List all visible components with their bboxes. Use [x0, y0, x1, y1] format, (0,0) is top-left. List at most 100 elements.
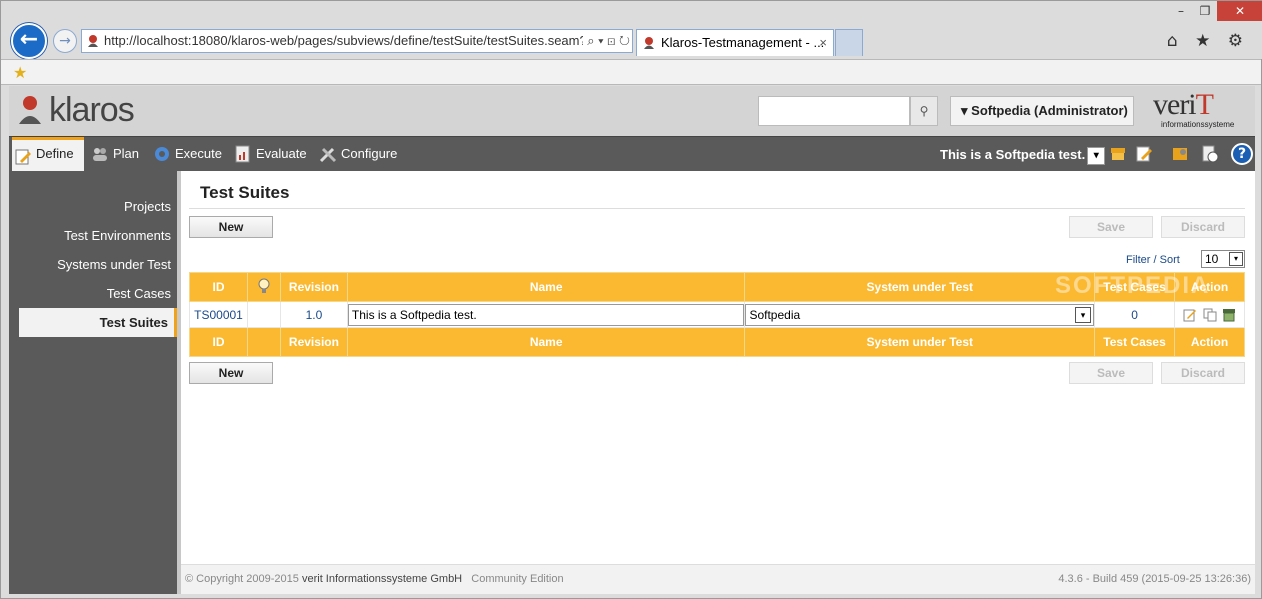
menu-evaluate-label: Evaluate	[256, 146, 307, 161]
column-footer-test-cases: Test Cases	[1094, 327, 1175, 357]
klaros-logo[interactable]: klaros	[17, 90, 135, 129]
favorites-bar: ★	[1, 59, 1261, 85]
browser-tab[interactable]: Klaros-Testmanagement - ... ×	[636, 29, 834, 56]
sidebar: Projects Test Environments Systems under…	[9, 171, 177, 594]
footer-company-link[interactable]: verit Informationssysteme GmbH	[302, 573, 462, 585]
klaros-favicon-icon	[88, 35, 98, 47]
footer-edition: Community Edition	[471, 573, 564, 585]
row-revision-link[interactable]: 1.0	[279, 301, 348, 328]
column-header-revision[interactable]: Revision	[279, 272, 348, 302]
row-test-cases-link[interactable]: 0	[1094, 301, 1175, 328]
row-hint-cell	[246, 301, 281, 328]
menu-define-label: Define	[36, 146, 74, 161]
softpedia-watermark: SOFTPEDIA	[1055, 272, 1211, 299]
column-header-sut[interactable]: System under Test	[744, 272, 1096, 302]
column-footer-action: Action	[1174, 327, 1245, 357]
lightbulb-icon	[258, 278, 270, 293]
save-button-top[interactable]: Save	[1069, 216, 1153, 238]
close-window-button[interactable]: ✕	[1217, 1, 1262, 21]
logo-text: klaros	[49, 90, 135, 129]
row-actions	[1174, 301, 1245, 328]
user-label: Softpedia (Administrator)	[971, 103, 1128, 118]
table-row: TS00001 1.0 This is a Softpedia test. So…	[189, 301, 1245, 328]
save-button-bottom[interactable]: Save	[1069, 362, 1153, 384]
window-controls: – ❐ ✕	[1169, 1, 1262, 23]
column-footer-hint	[246, 327, 281, 357]
klaros-logo-icon	[19, 96, 41, 124]
sidebar-item-test-suites[interactable]: Test Suites	[19, 308, 177, 337]
page-size-value: 10	[1205, 252, 1219, 266]
bookmark-icon[interactable]	[1171, 145, 1189, 163]
main-menu: Define Plan Execute Evaluate Configure T…	[9, 136, 1255, 171]
name-input[interactable]: This is a Softpedia test.	[347, 303, 745, 326]
edit-icon[interactable]	[1183, 308, 1197, 322]
browser-chrome: – ❐ ✕ ← → http://localhost:18080/klaros-we…	[1, 1, 1262, 59]
report-clock-icon[interactable]	[1201, 145, 1219, 163]
row-id-link[interactable]: TS00001	[189, 301, 248, 328]
column-header-hint	[246, 272, 281, 302]
menu-execute[interactable]: Execute	[151, 137, 222, 171]
new-button-bottom[interactable]: New	[189, 362, 273, 384]
restore-button[interactable]: ❐	[1193, 1, 1217, 21]
sidebar-item-systems-under-test[interactable]: Systems under Test	[19, 250, 177, 279]
new-button-top[interactable]: New	[189, 216, 273, 238]
menu-plan-label: Plan	[113, 146, 140, 161]
chevron-down-icon[interactable]: ▾	[1229, 252, 1243, 266]
app-header: klaros ⚲ ▾ Softpedia (Administrator) ver…	[9, 86, 1255, 136]
menu-define[interactable]: Define	[12, 137, 84, 171]
address-tools-icons[interactable]: ⌕ ▾ ⊡ ↻	[583, 30, 630, 52]
discard-button-top[interactable]: Discard	[1161, 216, 1245, 238]
forward-button[interactable]: →	[53, 29, 77, 53]
chevron-down-icon: ▾	[961, 103, 968, 118]
notes-icon[interactable]	[1135, 145, 1153, 163]
address-url[interactable]: http://localhost:18080/klaros-web/pages/…	[104, 33, 593, 48]
verit-logo-subtitle: informationssysteme	[1161, 120, 1235, 129]
chevron-down-icon[interactable]: ▾	[1087, 146, 1106, 165]
menu-evaluate[interactable]: Evaluate	[232, 137, 307, 171]
project-selector[interactable]: This is a Softpedia test. ▾	[940, 144, 1106, 166]
column-header-id[interactable]: ID	[189, 272, 248, 302]
sut-select[interactable]: Softpedia ▾	[745, 303, 1095, 326]
klaros-page: klaros ⚲ ▾ Softpedia (Administrator) ver…	[9, 86, 1255, 594]
page-title: Test Suites	[200, 183, 290, 202]
menu-plan[interactable]: Plan	[89, 137, 139, 171]
title-divider	[189, 208, 1245, 209]
archive-icon[interactable]	[1109, 145, 1127, 163]
user-menu-button[interactable]: ▾ Softpedia (Administrator)	[950, 96, 1134, 126]
tab-close-icon[interactable]: ×	[819, 30, 827, 56]
filter-sort-link[interactable]: Filter / Sort	[1126, 254, 1180, 266]
browser-window: – ❐ ✕ ← → http://localhost:18080/klaros-we…	[0, 0, 1262, 599]
menu-configure[interactable]: Configure	[317, 137, 397, 171]
people-icon	[93, 148, 107, 161]
footer-version: 4.3.6 - Build 459 (2015-09-25 13:26:36)	[1058, 573, 1251, 585]
chevron-down-icon[interactable]: ▾	[1075, 306, 1092, 323]
browser-toolbar-icons[interactable]: ⌂ ★ ⚙	[1167, 31, 1249, 51]
window-right-border	[1255, 86, 1261, 594]
column-header-name[interactable]: Name	[346, 272, 746, 302]
sidebar-item-test-cases[interactable]: Test Cases	[19, 279, 177, 308]
table-footer-row: ID Revision Name System under Test Test …	[189, 327, 1245, 357]
tools-icon	[319, 147, 337, 163]
main-content: Test Suites New Save Discard Filter / So…	[181, 171, 1255, 594]
sidebar-item-projects[interactable]: Projects	[19, 192, 177, 221]
column-footer-sut: System under Test	[744, 327, 1096, 357]
favorites-star-icon[interactable]: ★	[13, 63, 27, 82]
search-button[interactable]: ⚲	[910, 96, 938, 126]
klaros-favicon-icon	[644, 37, 654, 49]
sut-value: Softpedia	[749, 307, 801, 322]
page-size-select[interactable]: 10 ▾	[1201, 250, 1245, 268]
new-tab-button[interactable]	[835, 29, 863, 56]
search-input[interactable]	[758, 96, 910, 126]
menu-execute-label: Execute	[175, 146, 222, 161]
archive-delete-icon[interactable]	[1222, 308, 1236, 322]
discard-button-bottom[interactable]: Discard	[1161, 362, 1245, 384]
help-icon[interactable]: ?	[1231, 143, 1253, 165]
project-label: This is a Softpedia test.	[940, 147, 1086, 162]
verit-logo: veriT informationssysteme	[1153, 88, 1253, 130]
address-bar[interactable]: http://localhost:18080/klaros-web/pages/…	[81, 29, 633, 53]
back-button[interactable]: ←	[11, 23, 47, 59]
minimize-button[interactable]: –	[1169, 1, 1193, 21]
sidebar-item-test-environments[interactable]: Test Environments	[19, 221, 177, 250]
report-chart-icon	[235, 145, 250, 163]
copy-icon[interactable]	[1203, 308, 1217, 322]
